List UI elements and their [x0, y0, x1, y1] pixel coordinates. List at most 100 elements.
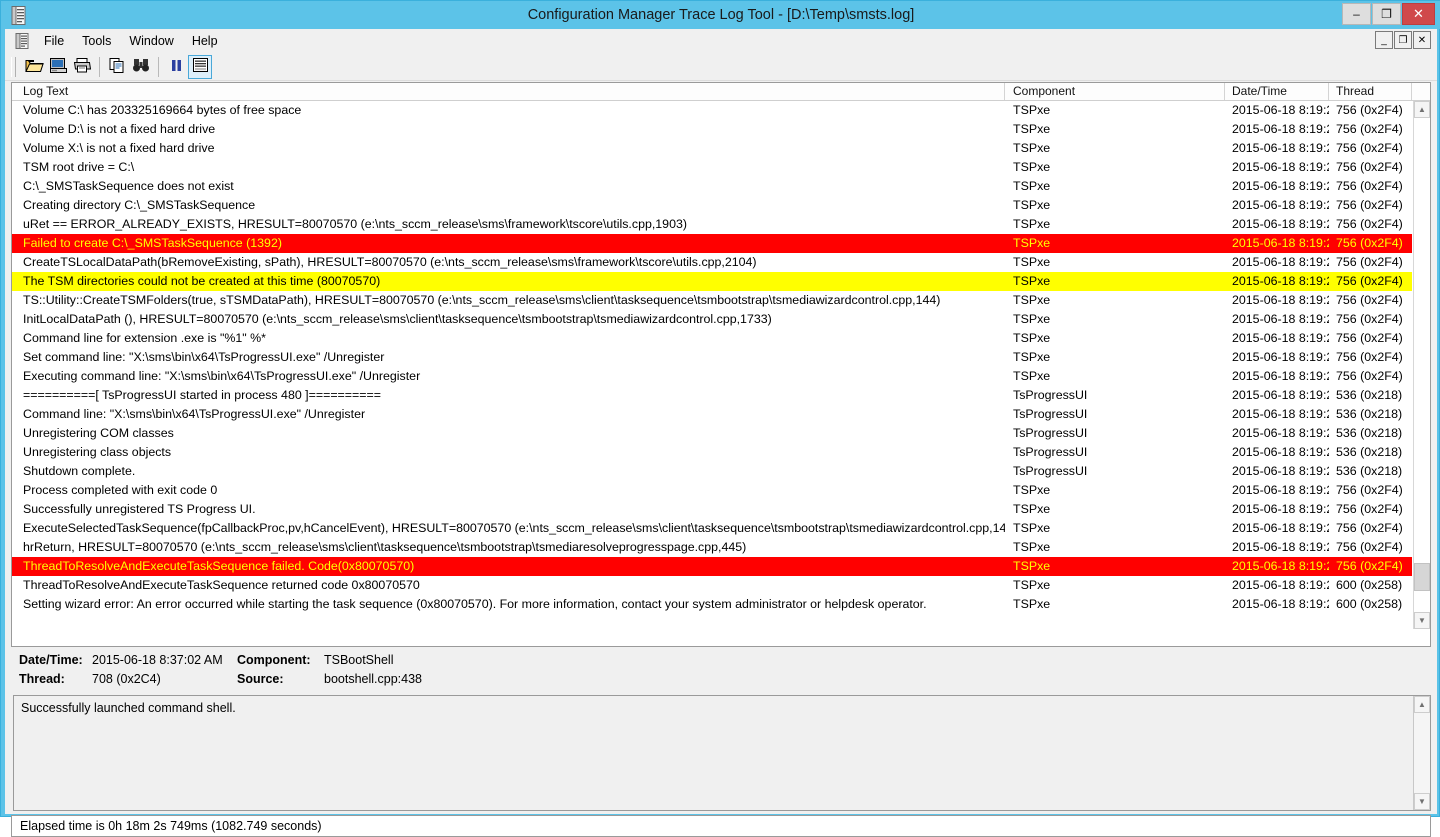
cell-datetime: 2015-06-18 8:19:20 AM — [1232, 331, 1329, 345]
cell-log-text: CreateTSLocalDataPath(bRemoveExisting, s… — [23, 255, 757, 269]
cell-log-text: TS::Utility::CreateTSMFolders(true, sTSM… — [23, 293, 941, 307]
scroll-down-arrow-icon[interactable]: ▼ — [1414, 612, 1430, 629]
detail-box-scrollbar[interactable]: ▲ ▼ — [1413, 696, 1430, 810]
scrollbar-thumb[interactable] — [1414, 563, 1430, 591]
cell-thread: 756 (0x2F4) — [1336, 236, 1403, 250]
pause-button[interactable] — [164, 55, 188, 79]
cell-thread: 756 (0x2F4) — [1336, 521, 1403, 535]
scroll-down-arrow-icon[interactable]: ▼ — [1414, 793, 1430, 810]
window-title: Configuration Manager Trace Log Tool - [… — [527, 7, 915, 23]
cell-datetime: 2015-06-18 8:19:20 AM — [1232, 559, 1329, 573]
cell-log-text: Unregistering class objects — [23, 445, 172, 459]
menu-item-window[interactable]: Window — [120, 29, 182, 53]
save-button[interactable] — [46, 55, 70, 79]
cell-thread: 756 (0x2F4) — [1336, 369, 1403, 383]
open-file-button[interactable] — [22, 55, 46, 79]
cell-datetime: 2015-06-18 8:19:20 AM — [1232, 255, 1329, 269]
mdi-minimize-button[interactable]: _ — [1375, 31, 1393, 49]
copy-button[interactable] — [105, 55, 129, 79]
table-row[interactable]: TS::Utility::CreateTSMFolders(true, sTSM… — [12, 291, 1412, 310]
print-button[interactable] — [70, 55, 94, 79]
cell-log-text: Shutdown complete. — [23, 464, 136, 478]
toolbar-separator — [158, 56, 159, 77]
menu-item-file[interactable]: File — [35, 29, 73, 53]
table-row[interactable]: ThreadToResolveAndExecuteTaskSequence re… — [12, 576, 1412, 595]
cell-datetime: 2015-06-18 8:19:20 AM — [1232, 502, 1329, 516]
cell-component: TSPxe — [1013, 483, 1051, 497]
table-row[interactable]: Volume C:\ has 203325169664 bytes of fre… — [12, 101, 1412, 120]
log-document-icon — [15, 33, 30, 49]
cell-component: TSPxe — [1013, 293, 1051, 307]
table-row[interactable]: The TSM directories could not be created… — [12, 272, 1412, 291]
table-row[interactable]: Set command line: "X:\sms\bin\x64\TsProg… — [12, 348, 1412, 367]
menu-item-help[interactable]: Help — [183, 29, 227, 53]
cell-component: TSPxe — [1013, 331, 1051, 345]
mdi-restore-button[interactable]: ❐ — [1394, 31, 1412, 49]
column-header-datetime[interactable]: Date/Time — [1225, 83, 1329, 100]
cell-datetime: 2015-06-18 8:19:20 AM — [1232, 217, 1329, 231]
table-row[interactable]: hrReturn, HRESULT=80070570 (e:\nts_sccm_… — [12, 538, 1412, 557]
cell-component: TSPxe — [1013, 141, 1051, 155]
column-header-thread[interactable]: Thread — [1329, 83, 1412, 100]
log-list-scrollbar[interactable]: ▲ ▼ — [1413, 101, 1430, 629]
cell-thread: 756 (0x2F4) — [1336, 122, 1403, 136]
table-row[interactable]: TSM root drive = C:\ TSPxe 2015-06-18 8:19… — [12, 158, 1412, 177]
cell-datetime: 2015-06-18 8:19:20 AM — [1232, 369, 1329, 383]
table-row[interactable]: Failed to create C:\_SMSTaskSequence (13… — [12, 234, 1412, 253]
cell-datetime: 2015-06-18 8:19:20 AM — [1232, 388, 1329, 402]
toolbar-grip[interactable] — [11, 56, 16, 77]
table-row[interactable]: Successfully unregistered TS Progress UI… — [12, 500, 1412, 519]
cell-component: TSPxe — [1013, 540, 1051, 554]
cell-component: TSPxe — [1013, 236, 1051, 250]
close-button[interactable]: ✕ — [1402, 3, 1435, 25]
highlight-view-button[interactable] — [188, 54, 212, 79]
table-row[interactable]: C:\_SMSTaskSequence does not exist TSPxe 2… — [12, 177, 1412, 196]
table-row[interactable]: Creating directory C:\_SMSTaskSequence TS… — [12, 196, 1412, 215]
table-row[interactable]: Executing command line: "X:\sms\bin\x64\… — [12, 367, 1412, 386]
scroll-up-arrow-icon[interactable]: ▲ — [1414, 696, 1430, 713]
cell-component: TSPxe — [1013, 502, 1051, 516]
cell-log-text: hrReturn, HRESULT=80070570 (e:\nts_sccm_… — [23, 540, 747, 554]
print-icon — [73, 57, 92, 77]
table-row[interactable]: Shutdown complete. TsProgressUI 2015-06-18… — [12, 462, 1412, 481]
cell-thread: 756 (0x2F4) — [1336, 483, 1403, 497]
table-row[interactable]: Volume X:\ is not a fixed hard drive TSPx… — [12, 139, 1412, 158]
table-row[interactable]: Command line for extension .exe is "%1" … — [12, 329, 1412, 348]
table-row[interactable]: Unregistering COM classes TsProgressUI 201… — [12, 424, 1412, 443]
column-header-log-text[interactable]: Log Text — [16, 83, 1005, 100]
table-row[interactable]: CreateTSLocalDataPath(bRemoveExisting, s… — [12, 253, 1412, 272]
cell-thread: 536 (0x218) — [1336, 464, 1403, 478]
table-row[interactable]: Unregistering class objects TsProgressUI 2… — [12, 443, 1412, 462]
table-row[interactable]: ExecuteSelectedTaskSequence(fpCallbackPr… — [12, 519, 1412, 538]
scroll-up-arrow-icon[interactable]: ▲ — [1414, 101, 1430, 118]
table-row[interactable]: ThreadToResolveAndExecuteTaskSequence fa… — [12, 557, 1412, 576]
find-button[interactable] — [129, 55, 153, 79]
table-row[interactable]: Volume D:\ is not a fixed hard drive TSPx… — [12, 120, 1412, 139]
table-row[interactable]: uRet == ERROR_ALREADY_EXISTS, HRESULT=80… — [12, 215, 1412, 234]
table-row[interactable]: Setting wizard error: An error occurred … — [12, 595, 1412, 614]
table-row[interactable]: Command line: "X:\sms\bin\x64\TsProgress… — [12, 405, 1412, 424]
table-row[interactable]: ==========[ TsProgressUI started in proc… — [12, 386, 1412, 405]
menu-item-tools[interactable]: Tools — [73, 29, 120, 53]
cell-thread: 756 (0x2F4) — [1336, 502, 1403, 516]
detail-source-label: Source: — [237, 672, 284, 686]
cell-thread: 600 (0x258) — [1336, 578, 1403, 592]
minimize-button[interactable]: – — [1342, 3, 1371, 25]
cell-log-text: Volume D:\ is not a fixed hard drive — [23, 122, 216, 136]
detail-message-box[interactable]: Successfully launched command shell. ▲ ▼ — [13, 695, 1431, 811]
table-row[interactable]: InitLocalDataPath (), HRESULT=80070570 (… — [12, 310, 1412, 329]
maximize-button[interactable]: ❐ — [1372, 3, 1401, 25]
cell-log-text: ThreadToResolveAndExecuteTaskSequence fa… — [23, 559, 415, 573]
cell-component: TSPxe — [1013, 179, 1051, 193]
cell-log-text: Unregistering COM classes — [23, 426, 174, 440]
mdi-close-button[interactable]: ✕ — [1413, 31, 1431, 49]
column-header-component[interactable]: Component — [1006, 83, 1225, 100]
cell-thread: 536 (0x218) — [1336, 426, 1403, 440]
cell-datetime: 2015-06-18 8:19:20 AM — [1232, 198, 1329, 212]
cell-thread: 756 (0x2F4) — [1336, 293, 1403, 307]
cell-log-text: Process completed with exit code 0 — [23, 483, 218, 497]
table-row[interactable]: Process completed with exit code 0 TSPxe 2… — [12, 481, 1412, 500]
cell-component: TSPxe — [1013, 103, 1051, 117]
cell-thread: 536 (0x218) — [1336, 407, 1403, 421]
cell-datetime: 2015-06-18 8:19:20 AM — [1232, 578, 1329, 592]
